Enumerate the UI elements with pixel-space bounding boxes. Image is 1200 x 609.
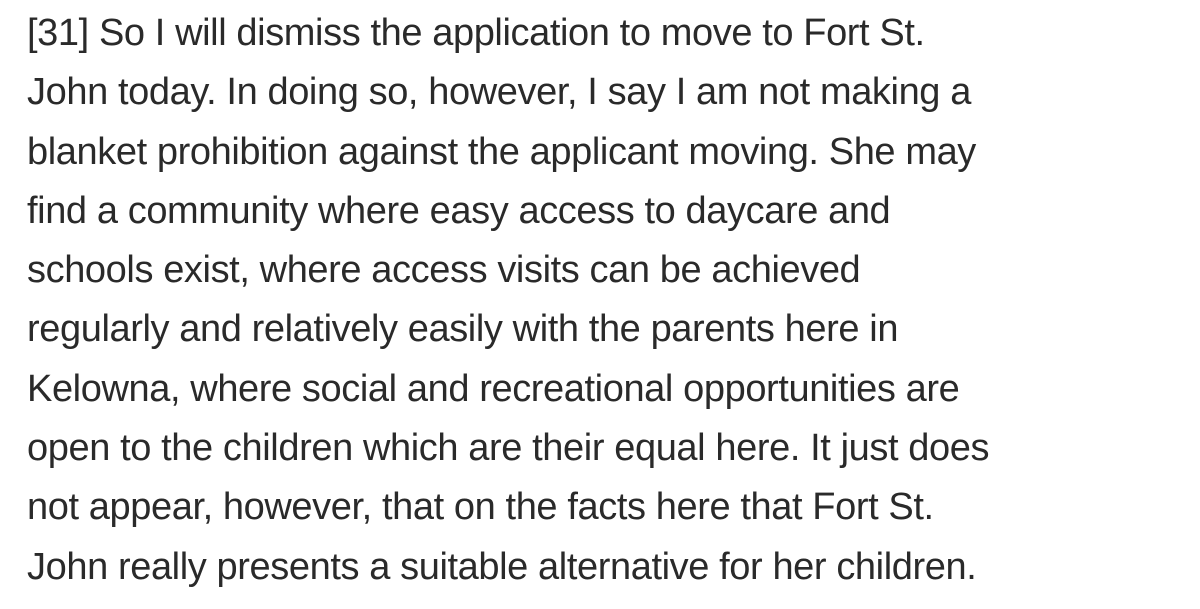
- paragraph-line: find a community where easy access to da…: [27, 189, 891, 232]
- paragraph-line: [31] So I will dismiss the application t…: [27, 12, 925, 54]
- document-page: [31] So I will dismiss the application t…: [0, 0, 1200, 609]
- paragraph-line: open to the children which are their equ…: [27, 427, 990, 470]
- judgment-paragraph-31: [31] So I will dismiss the application t…: [27, 4, 1200, 597]
- paragraph-line: blanket prohibition against the applican…: [27, 130, 976, 173]
- paragraph-line: regularly and relatively easily with the…: [27, 308, 899, 351]
- paragraph-line: schools exist, where access visits can b…: [27, 249, 861, 292]
- paragraph-line: John today. In doing so, however, I say …: [27, 71, 971, 114]
- paragraph-line: not appear, however, that on the facts h…: [27, 486, 934, 529]
- paragraph-line: Kelowna, where social and recreational o…: [27, 367, 960, 410]
- paragraph-line: John really presents a suitable alternat…: [27, 545, 977, 588]
